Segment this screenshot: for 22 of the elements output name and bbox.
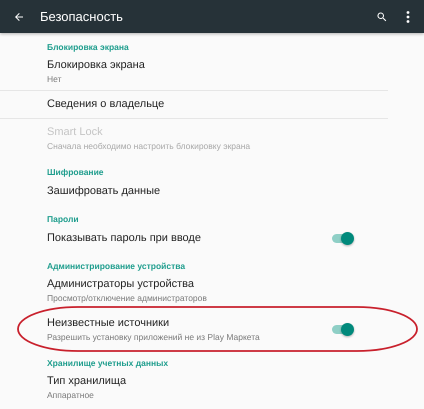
more-icon[interactable] xyxy=(406,10,410,22)
toggle-switch[interactable] xyxy=(332,234,352,242)
section-header: Хранилище учетных данных xyxy=(46,357,170,368)
setting-summary: Нет xyxy=(47,74,62,84)
setting-title[interactable]: Администраторы устройства xyxy=(47,278,342,291)
setting-title[interactable]: Неизвестные источники xyxy=(47,317,332,330)
section-header: Пароли xyxy=(46,213,80,224)
setting-title[interactable]: Показывать пароль при вводе xyxy=(47,232,332,244)
setting-summary: Просмотр/отключение администраторов xyxy=(47,293,208,303)
setting-title[interactable]: Зашифровать данные xyxy=(47,184,342,198)
setting-summary: Сначала необходимо настроить блокировку экрана xyxy=(47,141,252,151)
setting-title[interactable]: Блокировка экрана xyxy=(47,58,342,72)
search-icon[interactable] xyxy=(376,10,388,22)
section-header: Блокировка экрана xyxy=(46,41,130,52)
section-header: Шифрование xyxy=(46,166,105,177)
setting-summary: Аппаратное xyxy=(47,390,95,400)
setting-title[interactable]: Тип хранилища xyxy=(47,375,342,388)
section-header: Администрирование устройства xyxy=(46,260,186,271)
setting-summary: Разрешить установку приложений не из Play Маркета xyxy=(47,332,261,342)
window-title: Безопасность xyxy=(40,9,124,24)
toggle-switch[interactable] xyxy=(332,325,352,334)
setting-title[interactable]: Сведения о владельце xyxy=(47,98,342,111)
